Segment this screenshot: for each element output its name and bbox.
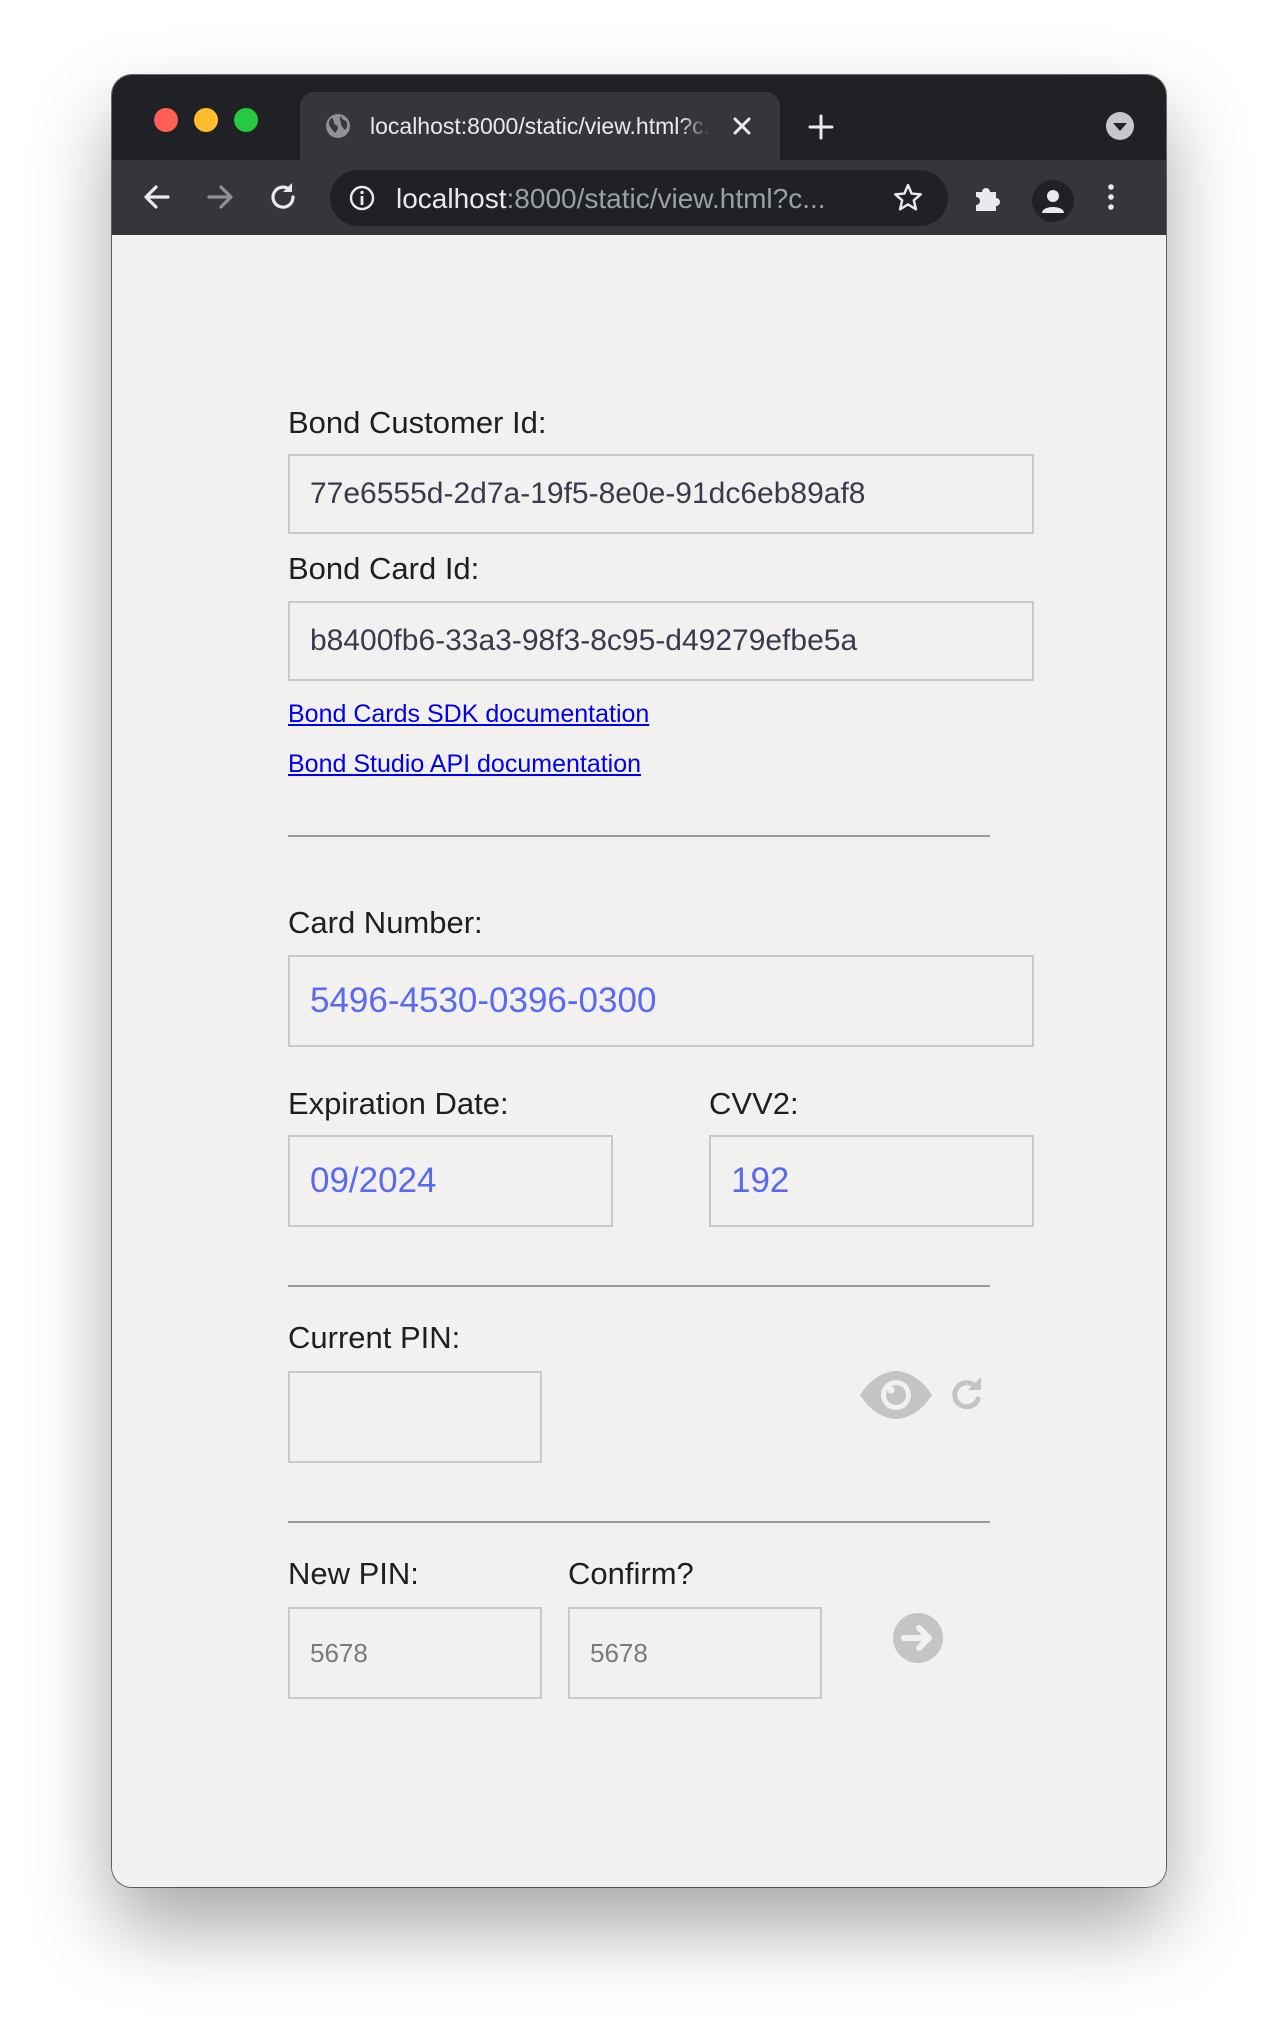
customer-id-label: Bond Customer Id: — [288, 405, 547, 440]
browser-toolbar: localhost:8000/static/view.html?c... — [112, 160, 1166, 235]
customer-id-input[interactable] — [288, 454, 1034, 534]
url-text[interactable]: localhost:8000/static/view.html?c... — [396, 183, 866, 215]
section-divider — [288, 835, 990, 837]
cvv-label: CVV2: — [709, 1086, 799, 1121]
cvv-field[interactable] — [709, 1135, 1034, 1227]
chevron-down-icon[interactable] — [1104, 110, 1136, 142]
expiration-date-field[interactable] — [288, 1135, 613, 1227]
reload-icon[interactable] — [266, 180, 300, 214]
arrow-left-icon[interactable] — [140, 180, 174, 214]
refresh-icon[interactable] — [950, 1374, 986, 1414]
new-pin-field[interactable] — [288, 1607, 542, 1699]
card-number-label: Card Number: — [288, 905, 483, 940]
info-icon[interactable] — [348, 184, 376, 212]
globe-icon — [326, 114, 350, 138]
minimize-window-button[interactable] — [194, 108, 218, 132]
kebab-menu-icon[interactable] — [1094, 180, 1128, 214]
close-window-button[interactable] — [154, 108, 178, 132]
studio-api-docs-link[interactable]: Bond Studio API documentation — [288, 749, 641, 779]
section-divider — [288, 1521, 990, 1523]
puzzle-icon[interactable] — [970, 181, 1004, 215]
address-bar[interactable]: localhost:8000/static/view.html?c... — [330, 170, 948, 226]
browser-tab[interactable]: localhost:8000/static/view.html?c... — [300, 92, 780, 160]
arrow-right-icon[interactable] — [203, 180, 237, 214]
cards-sdk-docs-link[interactable]: Bond Cards SDK documentation — [288, 699, 649, 729]
card-number-field[interactable] — [288, 955, 1034, 1047]
current-pin-field[interactable] — [288, 1371, 542, 1463]
current-pin-label: Current PIN: — [288, 1320, 461, 1355]
maximize-window-button[interactable] — [234, 108, 258, 132]
url-host: localhost — [396, 183, 507, 214]
person-icon — [1042, 190, 1064, 213]
avatar[interactable] — [1032, 180, 1074, 222]
expiration-date-label: Expiration Date: — [288, 1086, 509, 1121]
card-id-input[interactable] — [288, 601, 1034, 681]
close-icon[interactable] — [728, 112, 756, 140]
url-path: :8000/static/view.html?c... — [506, 183, 826, 214]
arrow-circle-right-icon[interactable] — [892, 1612, 944, 1664]
section-divider — [288, 1285, 990, 1287]
card-id-label: Bond Card Id: — [288, 551, 480, 586]
confirm-pin-label: Confirm? — [568, 1556, 694, 1591]
browser-window: localhost:8000/static/view.html?c... loc… — [112, 75, 1166, 1887]
page-content: Bond Customer Id: Bond Card Id: Bond Car… — [112, 235, 1166, 1887]
browser-titlebar: localhost:8000/static/view.html?c... — [112, 75, 1166, 160]
eye-icon[interactable] — [858, 1370, 934, 1420]
confirm-pin-field[interactable] — [568, 1607, 822, 1699]
plus-icon[interactable] — [806, 112, 836, 142]
star-icon[interactable] — [892, 182, 924, 214]
new-pin-label: New PIN: — [288, 1556, 419, 1591]
tab-title: localhost:8000/static/view.html?c... — [370, 112, 710, 140]
